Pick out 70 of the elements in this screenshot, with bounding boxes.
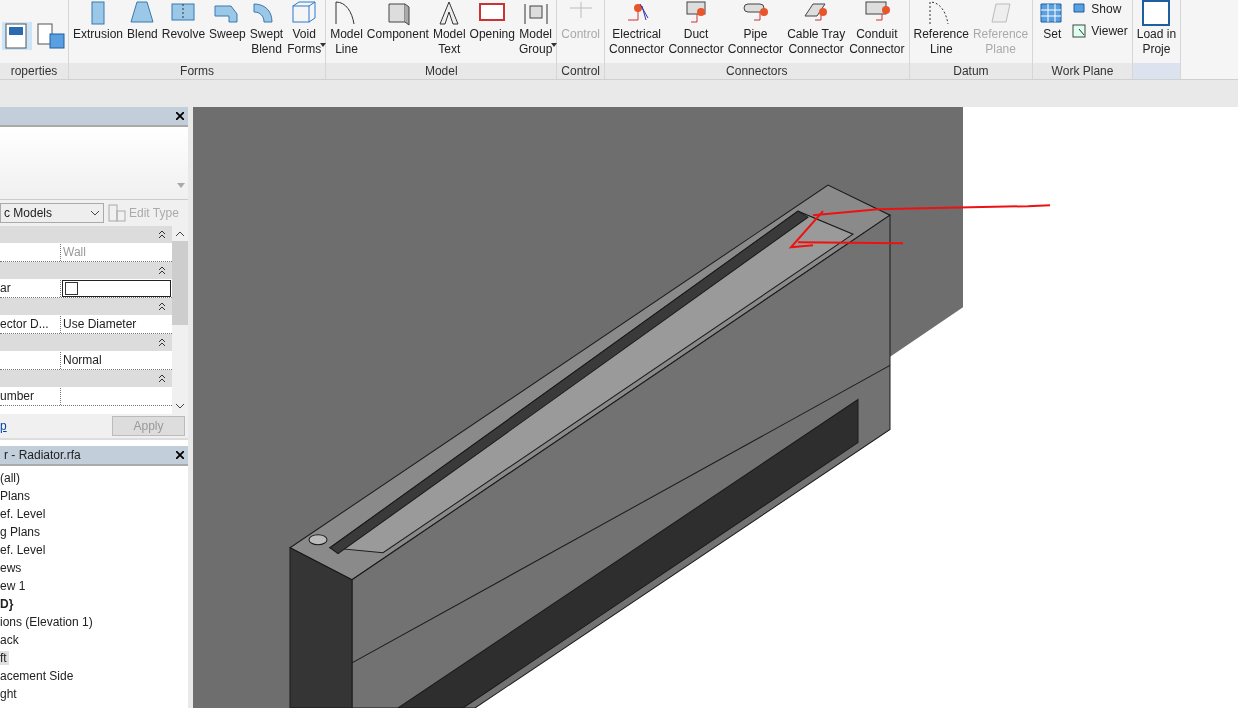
close-icon[interactable] [176,451,184,459]
tree-item[interactable]: ght [0,687,17,701]
ribbon-button[interactable]: Sweep [207,0,248,42]
tree-item[interactable]: g Plans [0,525,41,539]
panel-title: Datum [909,63,1033,79]
panel-label-bar [1132,63,1181,79]
parameter-value: Wall [63,245,86,259]
panel-title: Connectors [605,63,909,79]
scroll-down-icon[interactable] [176,404,184,409]
tree-item[interactable]: (all) [0,471,20,485]
panel-title: roperties [0,63,68,79]
caret-icon [320,43,327,47]
collapse-icon[interactable] [158,302,166,311]
tree-item[interactable]: ions (Elevation 1) [0,615,93,629]
parameter-value: Use Diameter [63,317,137,331]
ribbon-button[interactable]: Conduit Connector [847,0,907,57]
ribbon-button[interactable]: Model Text [430,0,468,57]
edit-type-icon [108,204,126,222]
caret-icon [551,43,558,47]
tree-item[interactable]: ew 1 [0,579,26,593]
tree-item[interactable]: ack [0,633,19,647]
scrollbar[interactable] [172,226,188,414]
ribbon-button[interactable]: Electrical Connector [607,0,667,57]
ribbon-button[interactable]: Revolve [159,0,208,42]
ribbon-button[interactable]: Blend [125,0,160,42]
collapse-icon[interactable] [158,338,166,347]
parameter-value: Normal [63,353,102,367]
ribbon-button[interactable]: Opening [467,0,517,42]
parameter-name: ector D... [0,317,49,331]
parameter-name: ar [0,281,11,295]
parameter-name: umber [0,389,34,403]
tree-item[interactable]: ews [0,561,22,575]
panel-title: Model [326,63,557,79]
tree-item[interactable]: D} [0,597,14,611]
ribbon-button[interactable]: Viewer [1069,22,1130,40]
type-selector[interactable]: c Models [0,203,104,223]
tree-item[interactable]: ft [0,651,9,665]
ribbon-button[interactable]: Swept Blend [247,0,286,57]
ribbon-button[interactable]: Cable Tray Connector [785,0,848,57]
browser-title: r - Radiator.rfa [4,448,81,462]
ribbon-button[interactable]: Duct Connector [666,0,726,57]
viewer-icon [1071,23,1088,39]
ribbon-button[interactable]: Show [1069,0,1130,18]
ribbon-button[interactable]: Set [1035,0,1070,42]
collapse-icon[interactable] [158,266,166,275]
chevron-icon [90,210,100,216]
collapse-icon[interactable] [158,374,166,383]
collapse-icon[interactable] [158,230,166,239]
panel-title: Work Plane [1033,63,1132,79]
close-icon[interactable] [176,112,184,120]
tree-item[interactable]: Plans [0,489,31,503]
checkbox[interactable] [65,282,78,295]
ribbon-button[interactable]: Load in Proje [1134,0,1179,57]
ribbon-button[interactable]: Pipe Connector [725,0,786,57]
panel-title: Control [557,63,604,79]
ribbon-button[interactable]: Model Line [328,0,365,57]
tree-item[interactable]: ef. Level [0,543,46,557]
panel-title: Forms [69,63,326,79]
help-link[interactable]: p [0,419,7,433]
ribbon-button[interactable]: Reference Line [911,0,971,57]
ribbon-button[interactable]: Void Forms [285,0,324,57]
properties-icon[interactable] [2,22,32,50]
value-field[interactable] [62,280,171,297]
scroll-up-icon[interactable] [176,231,184,236]
ribbon-button[interactable]: Extrusion [71,0,126,42]
scroll-thumb[interactable] [172,241,188,325]
ribbon-button[interactable]: Component [364,0,431,42]
tree-item[interactable]: ef. Level [0,507,46,521]
ribbon-button[interactable]: Model Group [516,0,555,57]
tree-item[interactable]: acement Side [0,669,74,683]
